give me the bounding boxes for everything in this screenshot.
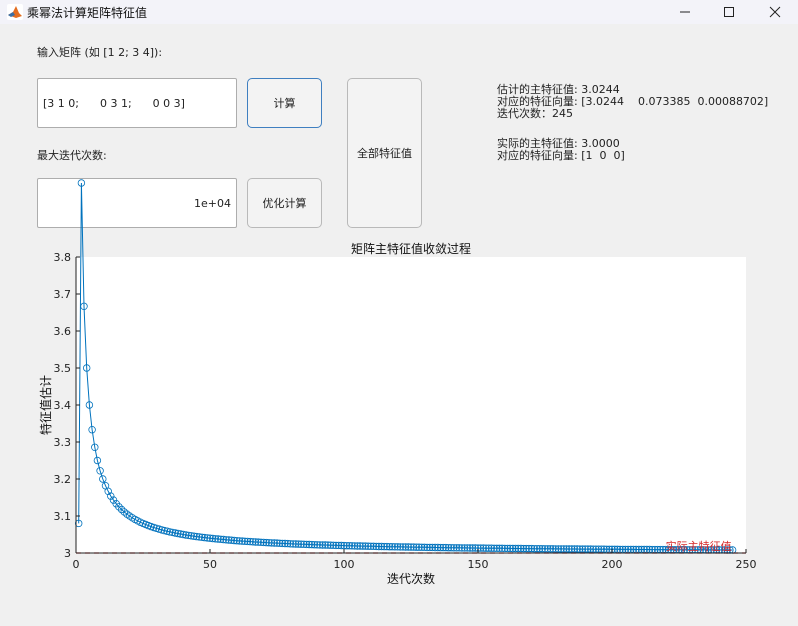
window-title: 乘幂法计算矩阵特征值 bbox=[27, 6, 148, 20]
title-bar: 乘幂法计算矩阵特征值 bbox=[0, 0, 798, 24]
x-axis-label: 迭代次数 bbox=[387, 571, 435, 586]
reference-label: 实际主特征值 bbox=[666, 539, 732, 553]
y-tick-label: 3.2 bbox=[54, 473, 72, 486]
maximize-icon bbox=[724, 7, 734, 17]
x-tick-label: 150 bbox=[468, 558, 489, 571]
close-icon bbox=[769, 6, 781, 18]
y-tick-label: 3.5 bbox=[54, 362, 72, 375]
x-tick-label: 100 bbox=[334, 558, 355, 571]
close-button[interactable] bbox=[752, 0, 798, 24]
figure-client-area: 输入矩阵 (如 [1 2; 3 4]): [3 1 0; 0 3 1; 0 0 … bbox=[0, 24, 798, 626]
y-tick-label: 3.7 bbox=[54, 288, 72, 301]
x-tick-label: 200 bbox=[602, 558, 623, 571]
y-axis-label: 特征值估计 bbox=[38, 375, 53, 435]
maximize-button[interactable] bbox=[706, 0, 752, 24]
x-tick-label: 50 bbox=[203, 558, 217, 571]
y-tick-label: 3.1 bbox=[54, 510, 72, 523]
x-tick-label: 250 bbox=[736, 558, 757, 571]
y-tick-label: 3.3 bbox=[54, 436, 72, 449]
minimize-button[interactable] bbox=[662, 0, 708, 24]
plot-area bbox=[76, 257, 746, 553]
minimize-icon bbox=[680, 11, 690, 13]
chart-title: 矩阵主特征值收敛过程 bbox=[351, 241, 471, 256]
y-tick-label: 3 bbox=[64, 547, 71, 560]
y-tick-label: 3.4 bbox=[54, 399, 72, 412]
convergence-chart[interactable]: 矩阵主特征值收敛过程实际主特征值 0 50 100 150 200 250 3 3.1 3.2 3.… bbox=[0, 24, 798, 626]
y-tick-label: 3.6 bbox=[54, 325, 72, 338]
matlab-logo-icon bbox=[7, 4, 23, 20]
y-tick-label: 3.8 bbox=[54, 251, 72, 264]
x-tick-label: 0 bbox=[73, 558, 80, 571]
